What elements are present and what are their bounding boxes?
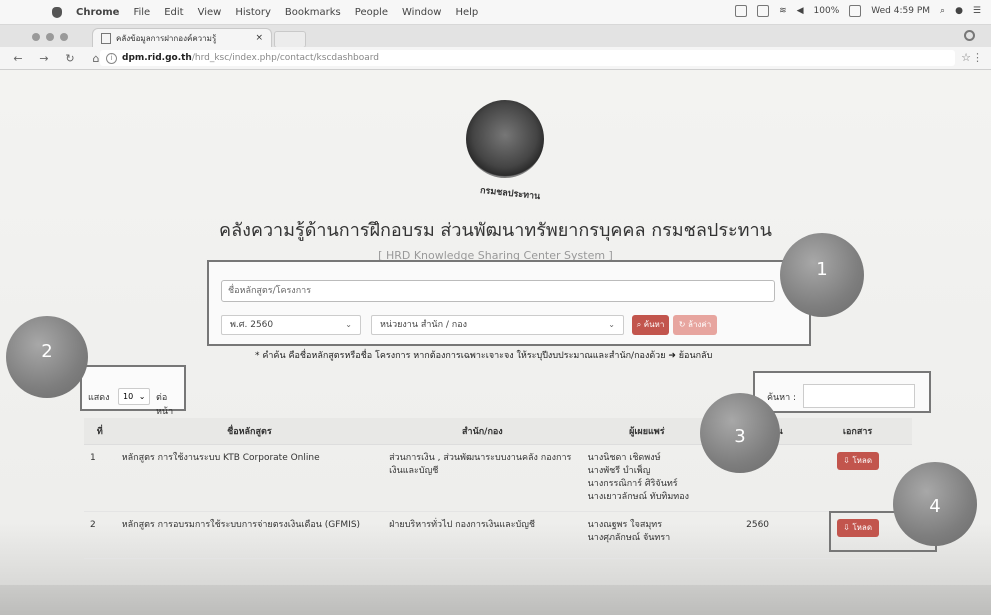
table-header-row: ที่ ชื่อหลักสูตร สำนัก/กอง ผู้เผยแพร่ ปี… [84,418,912,445]
download-label: โหลด [852,456,873,465]
page-length-select[interactable]: 10 ⌄ [118,388,150,405]
new-tab-button[interactable] [274,31,306,48]
menu-file[interactable]: File [133,7,150,18]
close-window-button[interactable] [32,33,40,41]
chevron-down-icon: ⌄ [345,320,352,329]
forward-arrow-icon[interactable]: → [36,52,52,65]
tab-close-icon[interactable]: × [255,33,263,43]
kebab-menu-icon[interactable]: ⋮ [972,51,983,64]
browser-tabstrip: คลังข้อมูลการฝากองค์ความรู้ × [0,25,991,48]
apple-icon[interactable] [52,6,62,18]
chevron-down-icon: ⌄ [608,320,615,329]
photo-bottom-edge [0,585,991,615]
col-document[interactable]: เอกสาร [803,418,912,445]
bluetooth-icon[interactable] [757,5,770,17]
cell-publisher: นางนิชดา เชิดพงษ์ นางพัชรี บำเพ็ญ นางกรร… [581,444,712,512]
course-table: ที่ ชื่อหลักสูตร สำนัก/กอง ผู้เผยแพร่ ปี… [84,418,912,559]
course-search-input[interactable]: ชื่อหลักสูตร/โครงการ [221,280,775,302]
year-select[interactable]: พ.ศ. 2560 ⌄ [221,315,361,335]
battery-icon[interactable] [849,5,862,17]
menu-people[interactable]: People [355,7,388,18]
search-panel: ชื่อหลักสูตร/โครงการ พ.ศ. 2560 ⌄ หน่วยงา… [207,260,811,346]
table-filter: ค้นหา : [753,371,931,413]
window-controls [32,33,68,41]
page-length-control: แสดง 10 ⌄ ต่อหน้า [80,365,186,417]
per-page-label: ต่อหน้า [156,393,174,417]
menubar-clock[interactable]: Wed 4:59 PM [871,6,930,16]
search-button-label: ค้นหา [643,320,665,329]
cell-course: หลักสูตร การใช้งานระบบ KTB Corporate Onl… [115,444,384,512]
search-icon: ⌕ [636,320,642,329]
reload-icon[interactable]: ↻ [62,52,78,65]
profile-icon[interactable] [964,30,975,41]
menu-app-name[interactable]: Chrome [76,7,119,18]
rid-logo [466,100,544,178]
callout-4: 4 [893,462,977,546]
page-length-value: 10 [123,392,134,401]
year-select-value: พ.ศ. 2560 [230,320,274,330]
address-bar[interactable]: i dpm.rid.go.th /hrd_ksc/index.php/conta… [100,50,955,66]
download-icon: ⇩ [843,456,850,465]
show-label: แสดง [88,393,110,403]
cell-year: 2560 [712,511,804,559]
url-path: /hrd_ksc/index.php/contact/kscdashboard [191,53,380,63]
status-area: ≋ ◀ 100% Wed 4:59 PM ⌕ ● ☰ [735,5,981,17]
spotlight-icon[interactable]: ⌕ [940,6,945,16]
cell-no: 1 [84,444,116,512]
mac-menubar: Chrome File Edit View History Bookmarks … [0,0,991,25]
filter-label: ค้นหา : [767,393,797,403]
table-row: 1 หลักสูตร การใช้งานระบบ KTB Corporate O… [84,444,912,512]
menu-window[interactable]: Window [402,7,441,18]
dropbox-icon[interactable] [735,5,748,17]
menu-help[interactable]: Help [455,7,478,18]
minimize-window-button[interactable] [46,33,54,41]
col-no[interactable]: ที่ [84,418,116,445]
callout-3: 3 [700,393,780,473]
search-button[interactable]: ⌕ ค้นหา [632,315,669,335]
col-publisher[interactable]: ผู้เผยแพร่ [581,418,712,445]
volume-icon[interactable]: ◀ [797,6,804,16]
tab-title: คลังข้อมูลการฝากองค์ความรู้ [116,33,217,43]
page-favicon-icon [101,32,111,44]
url-host: dpm.rid.go.th [122,53,192,63]
menu-history[interactable]: History [235,7,271,18]
refresh-icon: ↻ [678,320,686,329]
wifi-icon[interactable]: ≋ [779,6,787,16]
logo-caption: กรมชลประทาน [479,185,541,203]
unit-select-value: หน่วยงาน สำนัก / กอง [380,320,468,330]
tab-active[interactable]: คลังข้อมูลการฝากองค์ความรู้ × [92,28,272,47]
menu-bookmarks[interactable]: Bookmarks [285,7,341,18]
zoom-window-button[interactable] [60,33,68,41]
reset-button[interactable]: ↻ ล้างค่า [673,315,717,335]
download-button[interactable]: ⇩ โหลด [836,452,879,470]
table-row: 2 หลักสูตร การอบรมการใช้ระบบการจ่ายตรงเง… [84,511,912,559]
filter-input[interactable] [803,384,915,408]
bookmark-star-icon[interactable]: ☆ [961,51,971,64]
callout-2: 2 [6,316,88,398]
unit-select[interactable]: หน่วยงาน สำนัก / กอง ⌄ [371,315,624,335]
notification-center-icon[interactable]: ☰ [973,6,981,16]
battery-percent: 100% [813,6,840,16]
cell-course: หลักสูตร การอบรมการใช้ระบบการจ่ายตรงเงิน… [115,511,384,559]
screenshot-page: Chrome File Edit View History Bookmarks … [0,0,991,615]
chevron-down-icon: ⌄ [138,392,146,401]
col-unit[interactable]: สำนัก/กอง [383,418,582,445]
menu-view[interactable]: View [198,7,222,18]
search-note: * คำค้น คือชื่อหลักสูตรหรือชื่อ โครงการ … [255,351,713,361]
back-arrow-icon[interactable]: ← [10,52,26,65]
site-info-icon[interactable]: i [106,52,117,64]
cell-unit: ฝ่ายบริหารทั่วไป กองการเงินและบัญชี [383,511,582,559]
cell-no: 2 [84,511,116,559]
cell-publisher: นางณฐพร ใจสมุทร นางศุภลักษณ์ จันทรา [581,511,712,559]
browser-toolbar: ← → ↻ ⌂ i dpm.rid.go.th /hrd_ksc/index.p… [0,47,991,70]
cell-unit: ส่วนการเงิน , ส่วนพัฒนาระบบงานคลัง กองกา… [383,444,582,512]
col-course[interactable]: ชื่อหลักสูตร [115,418,384,445]
siri-icon[interactable]: ● [955,6,963,16]
reset-button-label: ล้างค่า [688,320,712,329]
callout-1: 1 [780,233,864,317]
menu-edit[interactable]: Edit [164,7,183,18]
